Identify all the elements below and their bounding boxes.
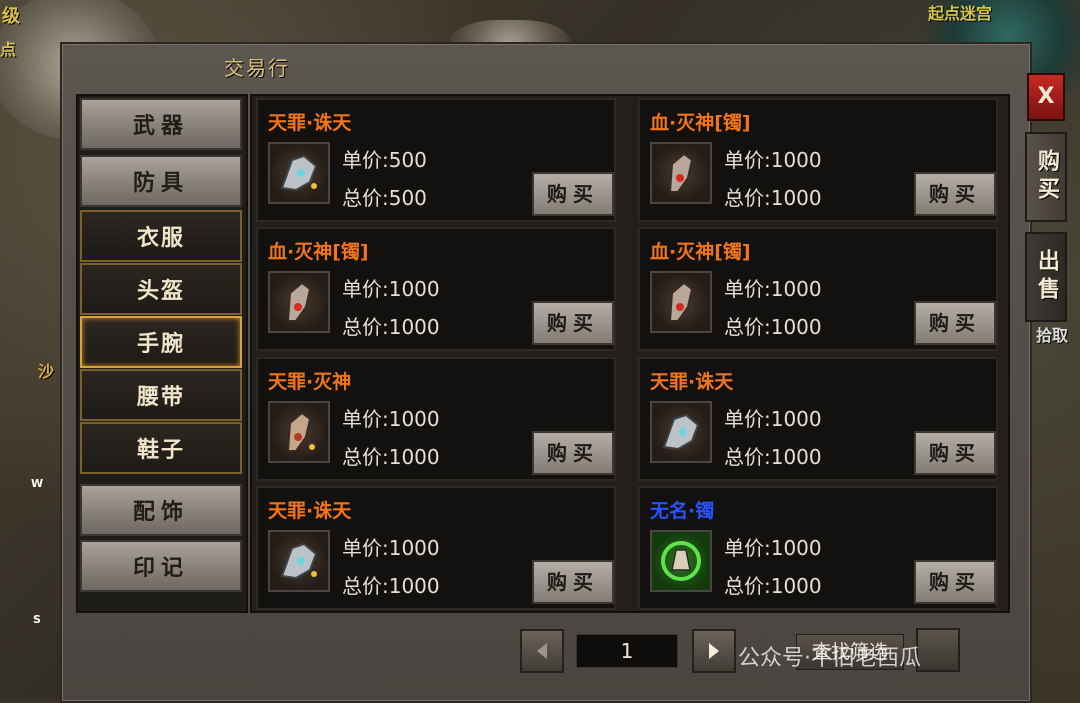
page-number-field[interactable]: 1 xyxy=(576,634,678,668)
item-name: 天罪·灭神 xyxy=(268,371,352,393)
buy-button[interactable]: 购买 xyxy=(532,301,614,345)
total-price: 总价:1000 xyxy=(342,445,440,469)
red-bracer-icon[interactable] xyxy=(268,271,330,333)
item-card: 天罪·诛天 单价:1000 总价:1000 购买 xyxy=(256,486,616,610)
total-price: 总价:1000 xyxy=(724,186,822,210)
buy-button[interactable]: 购买 xyxy=(532,172,614,216)
category-mark[interactable]: 印记 xyxy=(80,540,242,592)
world-label-maze: 起点迷宫 xyxy=(928,4,993,23)
tab-buy[interactable]: 购买 xyxy=(1025,132,1067,222)
category-shoes[interactable]: 鞋子 xyxy=(80,422,242,474)
world-label-point: 点 xyxy=(0,40,17,59)
category-helmet[interactable]: 头盔 xyxy=(80,263,242,315)
item-name: 无名·镯 xyxy=(650,500,715,522)
category-weapon[interactable]: 武器 xyxy=(80,98,242,150)
filter-icon[interactable] xyxy=(916,628,960,672)
close-button[interactable]: X xyxy=(1027,73,1065,121)
item-name: 血·灭神[镯] xyxy=(268,241,369,263)
total-price: 总价:1000 xyxy=(724,574,822,598)
buy-button[interactable]: 购买 xyxy=(914,431,996,475)
category-accessory[interactable]: 配饰 xyxy=(80,484,242,536)
unit-price: 单价:1000 xyxy=(342,407,440,431)
unit-price: 单价:1000 xyxy=(724,277,822,301)
item-card: 天罪·灭神 单价:1000 总价:1000 购买 xyxy=(256,357,616,481)
category-belt[interactable]: 腰带 xyxy=(80,369,242,421)
total-price: 总价:1000 xyxy=(342,574,440,598)
item-card: 血·灭神[镯] 单价:1000 总价:1000 购买 xyxy=(638,227,998,351)
bronze-bracer-icon[interactable] xyxy=(268,401,330,463)
chevron-left-icon xyxy=(537,643,547,659)
unit-price: 单价:1000 xyxy=(342,277,440,301)
category-armor[interactable]: 防具 xyxy=(80,155,242,207)
unit-price: 单价:1000 xyxy=(342,536,440,560)
item-card: 无名·镯 单价:1000 总价:1000 购买 xyxy=(638,486,998,610)
world-label-level: 级 xyxy=(2,6,20,27)
watermark-text: 公众号·不旧老西瓜 xyxy=(738,646,921,671)
category-clothes[interactable]: 衣服 xyxy=(80,210,242,262)
buy-button[interactable]: 购买 xyxy=(914,560,996,604)
tab-sell[interactable]: 出售 xyxy=(1025,232,1067,322)
item-card: 天罪·诛天 单价:500 总价:500 购买 xyxy=(256,98,616,222)
silver-bracer-icon[interactable] xyxy=(268,530,330,592)
total-price: 总价:500 xyxy=(342,186,427,210)
red-bracer-icon[interactable] xyxy=(650,271,712,333)
silver-bracer-icon[interactable] xyxy=(268,142,330,204)
buy-button[interactable]: 购买 xyxy=(914,301,996,345)
green-bracelet-icon[interactable] xyxy=(650,530,712,592)
total-price: 总价:1000 xyxy=(342,315,440,339)
item-name: 血·灭神[镯] xyxy=(650,241,751,263)
item-name: 天罪·诛天 xyxy=(650,371,734,393)
item-name: 天罪·诛天 xyxy=(268,500,352,522)
world-label-sand: 沙 xyxy=(38,362,55,381)
total-price: 总价:1000 xyxy=(724,445,822,469)
buy-button[interactable]: 购买 xyxy=(532,431,614,475)
item-card: 血·灭神[镯] 单价:1000 总价:1000 购买 xyxy=(256,227,616,351)
unit-price: 单价:1000 xyxy=(724,536,822,560)
silver-bracer-icon[interactable] xyxy=(650,401,712,463)
next-page-button[interactable] xyxy=(692,629,736,673)
item-name: 天罪·诛天 xyxy=(268,112,352,134)
unit-price: 单价:1000 xyxy=(724,148,822,172)
buy-button[interactable]: 购买 xyxy=(532,560,614,604)
world-label-pickup: 拾取 xyxy=(1036,326,1069,345)
unit-price: 单价:500 xyxy=(342,148,427,172)
unit-price: 单价:1000 xyxy=(724,407,822,431)
side-letter-w: W xyxy=(31,477,44,490)
category-wrist[interactable]: 手腕 xyxy=(80,316,242,368)
buy-button[interactable]: 购买 xyxy=(914,172,996,216)
item-card: 天罪·诛天 单价:1000 总价:1000 购买 xyxy=(638,357,998,481)
total-price: 总价:1000 xyxy=(724,315,822,339)
red-bracer-icon[interactable] xyxy=(650,142,712,204)
prev-page-button[interactable] xyxy=(520,629,564,673)
panel-title: 交易行 xyxy=(224,56,290,80)
item-name: 血·灭神[镯] xyxy=(650,112,751,134)
item-card: 血·灭神[镯] 单价:1000 总价:1000 购买 xyxy=(638,98,998,222)
chevron-right-icon xyxy=(709,643,719,659)
side-letter-s: S xyxy=(33,613,41,626)
